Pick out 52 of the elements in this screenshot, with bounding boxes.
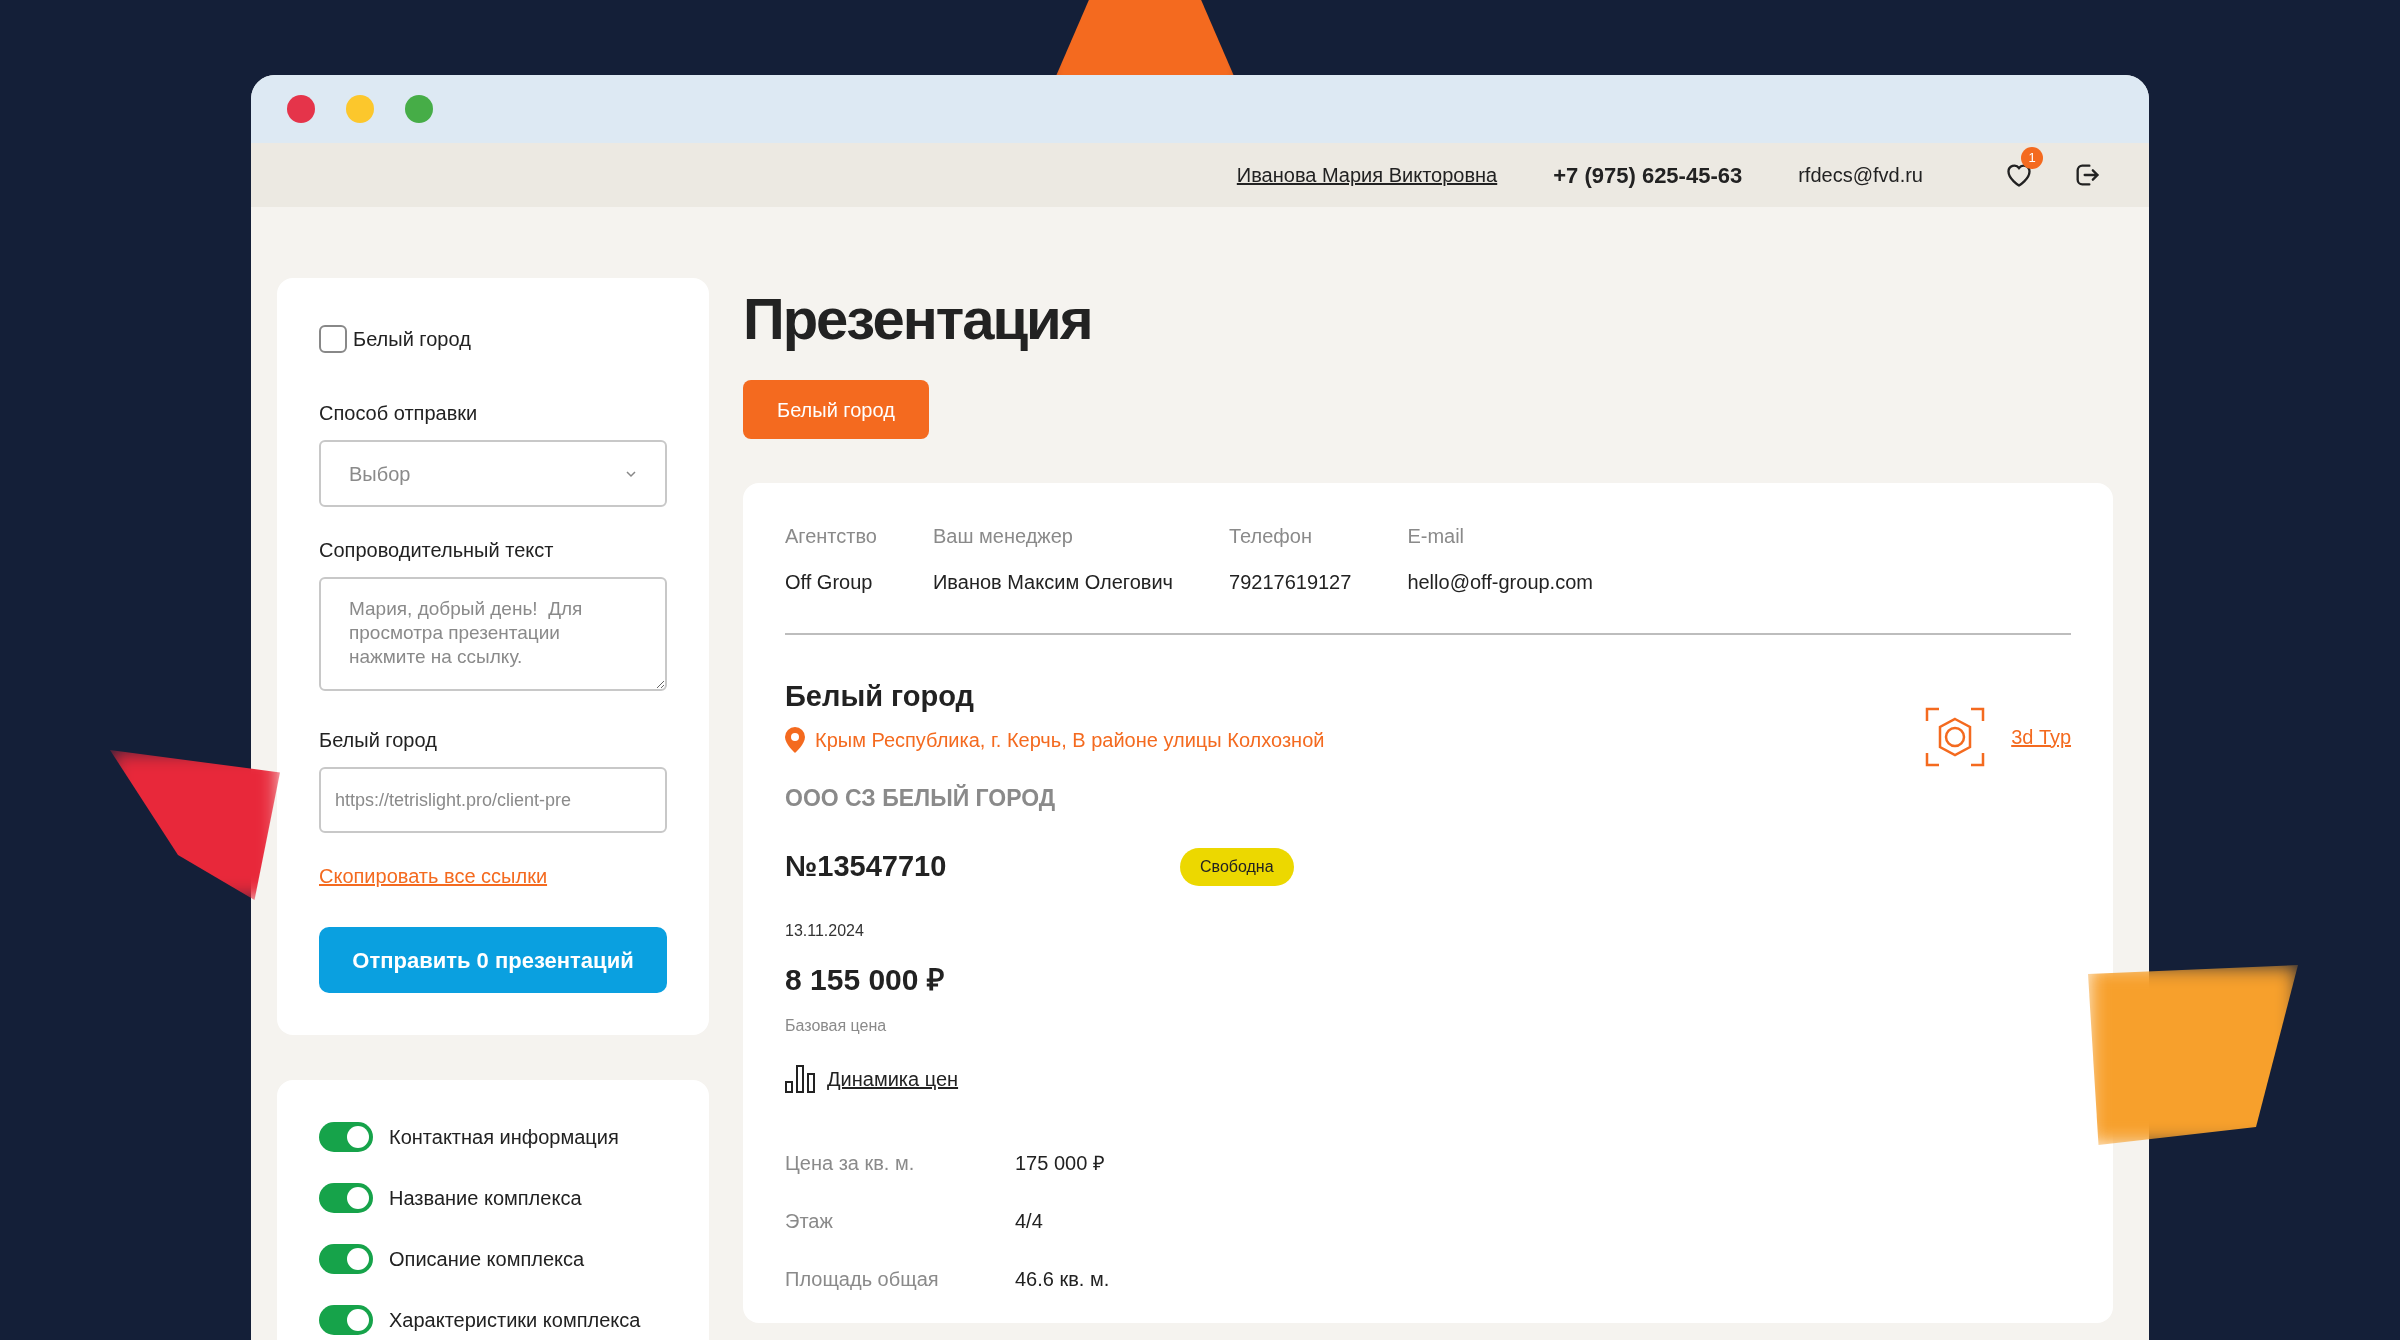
contact-value: Off Group	[785, 570, 874, 595]
complex-name: Белый город	[785, 679, 975, 714]
bar-chart-icon	[785, 1064, 815, 1093]
checkbox-label: Белый город	[353, 327, 471, 352]
phone-number: +7 (975) 625-45-63	[1553, 161, 1743, 190]
param-value: 175 000 ₽	[1015, 1150, 1105, 1176]
chevron-down-icon	[625, 469, 637, 478]
toggle-switch[interactable]	[319, 1122, 373, 1152]
contact-label: E-mail	[1407, 524, 1466, 549]
link-field[interactable]: https://tetrislight.pro/client-pre	[319, 767, 667, 833]
param-value: 46.6 кв. м.	[1015, 1266, 1110, 1292]
toggle-label: Контактная информация	[389, 1125, 619, 1150]
toggle-label: Название комплекса	[389, 1186, 582, 1211]
developer-name: ООО СЗ БЕЛЫЙ ГОРОД	[785, 783, 1057, 813]
param-label: Цена за кв. м.	[785, 1150, 916, 1176]
user-name-link[interactable]: Иванова Мария Викторовна	[1236, 160, 1498, 190]
contact-value: Иванов Максим Олегович	[933, 570, 1173, 595]
apartment-date: 13.11.2024	[785, 920, 865, 941]
contact-value: 79217619127	[1229, 570, 1352, 595]
toggle-switch[interactable]	[319, 1183, 373, 1213]
cover-text-field[interactable]: Мария, добрый день! Для просмотра презентации нажмите на ссылку.	[319, 577, 667, 691]
field-label: Способ отправки	[319, 401, 479, 426]
toggle-switch[interactable]	[319, 1305, 373, 1335]
status-badge: Свободна	[1180, 847, 1294, 886]
param-label: Этаж	[785, 1208, 834, 1234]
project-tag-button[interactable]: Белый город	[743, 380, 929, 439]
email-address: rfdecs@fvd.ru	[1798, 163, 1923, 188]
param-value: 4/4	[1015, 1208, 1043, 1234]
toggle-label: Описание комплекса	[389, 1247, 585, 1272]
send-presentations-button[interactable]: Отправить 0 презентаций	[319, 927, 667, 993]
field-label: Сопроводительный текст	[319, 538, 555, 563]
heart-icon	[2005, 162, 2033, 188]
complex-address: Крым Республика, г. Керчь, В районе улицы Колхозной	[815, 727, 1325, 753]
apartment-number: №13547710	[785, 849, 948, 884]
field-label: Белый город	[319, 728, 438, 753]
price-dynamics-link[interactable]: Динамика цен	[827, 1063, 959, 1094]
toggle-switch[interactable]	[319, 1244, 373, 1274]
toggle-label: Характеристики комплекса	[389, 1308, 641, 1333]
contact-label: Телефон	[1229, 524, 1313, 549]
location-pin-icon	[785, 726, 805, 753]
contact-value: hello@off-group.com	[1407, 570, 1593, 595]
send-method-select[interactable]: Выбор	[319, 440, 667, 507]
tour-3d-icon	[1925, 707, 1986, 767]
tour-3d-link[interactable]: 3d Тур	[2011, 722, 2071, 752]
price-caption: Базовая цена	[785, 1015, 888, 1036]
param-label: Площадь общая	[785, 1266, 940, 1292]
apartment-price: 8 155 000 ₽	[785, 961, 945, 998]
favorites-count-badge: 1	[2021, 147, 2043, 169]
copy-links-link[interactable]: Скопировать все ссылки	[319, 861, 667, 891]
contact-label: Агентство	[785, 524, 877, 549]
project-checkbox[interactable]	[319, 325, 347, 353]
contact-label: Ваш менеджер	[933, 524, 1074, 549]
